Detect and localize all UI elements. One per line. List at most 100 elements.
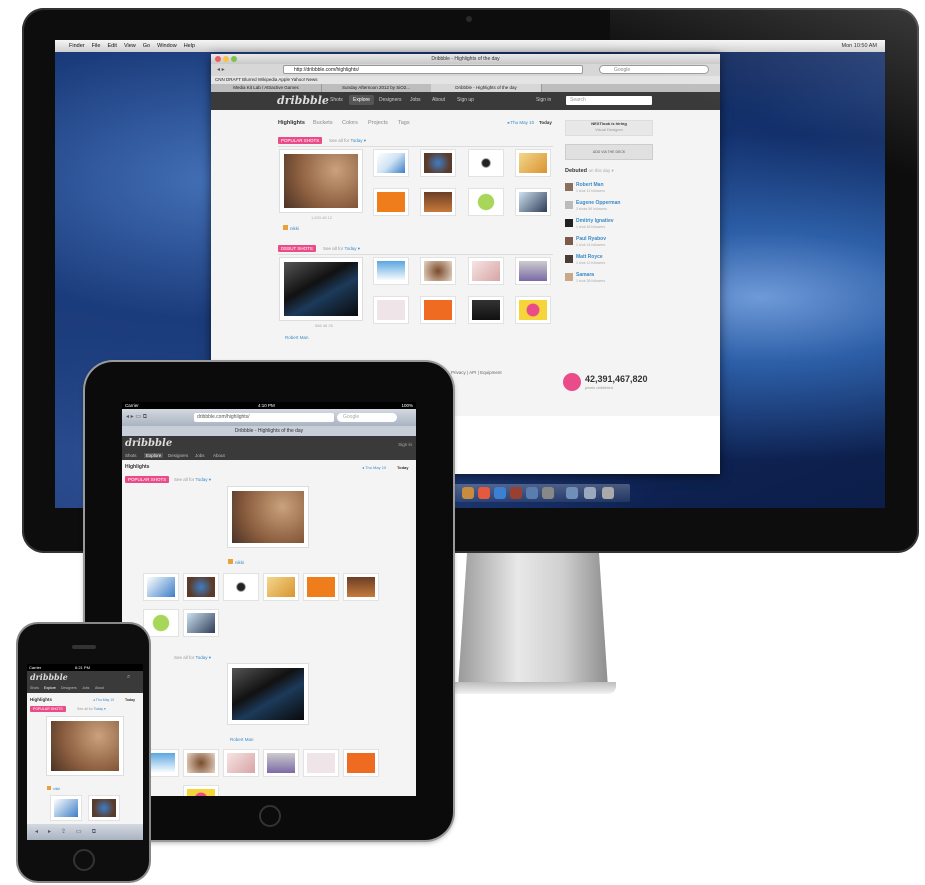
job-listing[interactable]: NEXTlook is hiring Visual Designer — [565, 120, 653, 136]
menu-view[interactable]: View — [124, 43, 136, 49]
dock-app-icon[interactable] — [510, 487, 522, 499]
popular-big-shot[interactable] — [280, 150, 362, 212]
preferences-icon[interactable] — [542, 487, 554, 499]
tab-3[interactable]: Dribbble - Highlights of the day — [431, 84, 542, 92]
nav-shots[interactable]: Shots — [330, 97, 343, 103]
shot-thumb[interactable] — [224, 574, 258, 600]
menu-window[interactable]: Window — [157, 43, 177, 49]
sidebar-ad[interactable]: ADD VIA THE DECK — [565, 144, 653, 160]
shot-thumb[interactable] — [184, 610, 218, 636]
shot-thumb[interactable] — [421, 150, 455, 176]
popular-player[interactable]: nikki — [228, 559, 244, 565]
tab-2[interactable]: Sunday Afternoon 2012 by SiO2... — [321, 84, 432, 92]
subnav-buckets[interactable]: Buckets — [313, 120, 333, 126]
address-bar[interactable]: http://dribbble.com/highlights/ — [283, 65, 583, 74]
close-window-icon[interactable] — [215, 56, 221, 62]
debuted-player[interactable]: Matt Royce 1 shot 12 followers — [565, 254, 665, 268]
nav-explore[interactable]: Explore — [144, 453, 164, 458]
debut-seeall[interactable]: See all for Today ▾ — [323, 246, 360, 252]
iphone-home-button[interactable] — [73, 849, 95, 871]
debut-player[interactable]: Robert Man — [230, 737, 254, 742]
nav-explore[interactable]: Explore — [44, 686, 56, 690]
shot-thumb[interactable] — [516, 297, 550, 323]
shot-thumb[interactable] — [344, 750, 378, 776]
subnav-colors[interactable]: Colors — [342, 120, 358, 126]
dock-app-icon[interactable] — [526, 487, 538, 499]
shot-thumb[interactable] — [184, 750, 218, 776]
tab-1[interactable]: Media Kit Lab / Attractive Games — [211, 84, 322, 92]
nav-jobs[interactable]: Jobs — [410, 97, 421, 103]
shot-thumb[interactable] — [304, 574, 338, 600]
date-prev-link[interactable]: ◂ Thu May 10 — [362, 465, 386, 470]
zoom-window-icon[interactable] — [231, 56, 237, 62]
shot-thumb[interactable] — [374, 258, 408, 284]
shot-thumb[interactable] — [469, 189, 503, 215]
bookmarks-bar[interactable]: CNN DRAFT Blurred Wikipedia Apple Yahoo!… — [211, 76, 720, 84]
shot-thumb[interactable] — [264, 574, 298, 600]
nav-shots[interactable]: Shots — [125, 453, 137, 458]
trash-icon[interactable] — [602, 487, 614, 499]
nav-designers[interactable]: Designers — [379, 97, 402, 103]
menu-finder[interactable]: Finder — [69, 43, 85, 49]
ipad-site-logo[interactable]: dribbble — [125, 438, 172, 449]
folder-icon[interactable] — [566, 487, 578, 499]
nav-about[interactable]: About — [432, 97, 445, 103]
nav-explore[interactable]: Explore — [349, 95, 374, 105]
date-prev-link[interactable]: ◂ Thu May 10 — [93, 698, 114, 702]
shot-thumb[interactable] — [516, 258, 550, 284]
shot-thumb[interactable] — [184, 574, 218, 600]
menubar-clock[interactable]: Mon 10:50 AM — [842, 43, 877, 49]
menu-file[interactable]: File — [92, 43, 101, 49]
menu-go[interactable]: Go — [143, 43, 150, 49]
nav-jobs[interactable]: Jobs — [195, 453, 205, 458]
nav-about[interactable]: About — [95, 686, 104, 690]
nav-jobs[interactable]: Jobs — [82, 686, 89, 690]
calendar-icon[interactable] — [478, 487, 490, 499]
shot-thumb[interactable] — [144, 750, 178, 776]
debut-seeall[interactable]: See all for Today ▾ — [174, 655, 211, 661]
popular-big-shot[interactable] — [47, 717, 123, 775]
shot-thumb[interactable] — [144, 610, 178, 636]
shot-thumb[interactable] — [469, 258, 503, 284]
nav-shots[interactable]: Shots — [30, 686, 39, 690]
shot-thumb[interactable] — [516, 189, 550, 215]
shot-thumb[interactable] — [264, 750, 298, 776]
minimize-window-icon[interactable] — [223, 56, 229, 62]
signup-link[interactable]: Sign up — [457, 97, 474, 103]
ipad-address-bar[interactable]: dribbble.com/highlights/ — [194, 413, 334, 422]
debuted-player[interactable]: Samara 1 shot 38 followers — [565, 272, 665, 286]
shot-thumb[interactable] — [374, 189, 408, 215]
ipad-search-input[interactable]: Google — [337, 413, 397, 422]
back-icon[interactable]: ◂ ▸ ▭ ⧉ — [126, 413, 147, 421]
date-prev-link[interactable]: ◂ Thu May 10 — [507, 120, 534, 126]
subnav-projects[interactable]: Projects — [368, 120, 388, 126]
debuted-player[interactable]: Robert Man 1 shot 11 followers — [565, 182, 665, 196]
shot-thumb[interactable] — [469, 150, 503, 176]
shot-thumb[interactable] — [51, 796, 81, 820]
shot-thumb[interactable] — [224, 750, 258, 776]
popular-seeall[interactable]: See all for Today ▾ — [174, 477, 211, 483]
nav-designers[interactable]: Designers — [61, 686, 77, 690]
shot-thumb[interactable] — [144, 574, 178, 600]
shot-thumb[interactable] — [374, 150, 408, 176]
iphone-site-logo[interactable]: dribbble — [30, 672, 68, 682]
debuted-player[interactable]: Eugene Opperman 3 shots 56 followers — [565, 200, 665, 214]
popular-seeall[interactable]: See all for Today ▾ — [77, 707, 106, 711]
shot-thumb[interactable] — [421, 189, 455, 215]
ipad-home-button[interactable] — [259, 805, 281, 827]
shot-thumb[interactable] — [374, 297, 408, 323]
debut-big-shot[interactable] — [228, 664, 308, 724]
popular-seeall[interactable]: See all for Today ▾ — [329, 138, 366, 144]
iphone-safari-toolbar[interactable]: ◂▸⇪▭⧉ — [27, 824, 143, 840]
search-icon[interactable]: ⌕ — [127, 674, 130, 681]
browser-search-input[interactable]: Google — [599, 65, 709, 74]
subnav-highlights[interactable]: Highlights — [278, 120, 305, 126]
debut-player[interactable]: Robert Man — [285, 335, 309, 340]
shot-thumb[interactable] — [184, 786, 218, 796]
footer-links[interactable]: Privacy | API | Equipment — [451, 370, 502, 375]
dock-app-icon[interactable] — [462, 487, 474, 499]
site-search-input[interactable]: Search — [566, 96, 652, 105]
shot-thumb[interactable] — [304, 750, 338, 776]
signin-link[interactable]: Sign in — [536, 97, 551, 103]
itunes-icon[interactable] — [494, 487, 506, 499]
